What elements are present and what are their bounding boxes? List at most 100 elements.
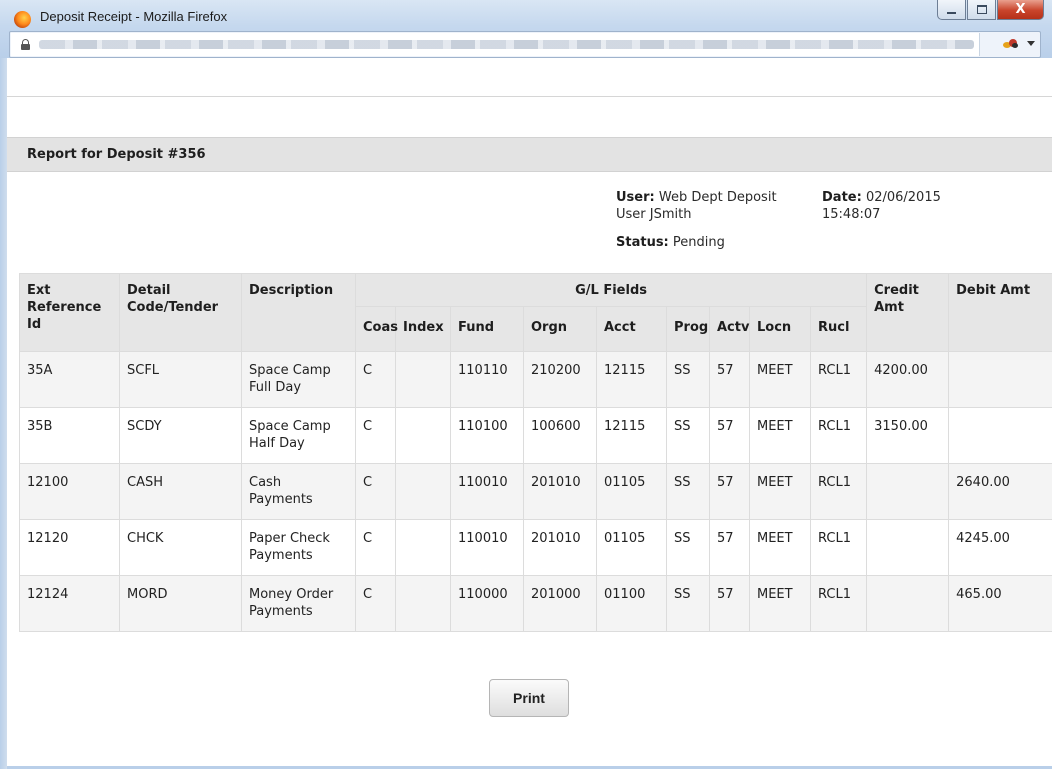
date-info: Date: 02/06/2015 15:48:07 (822, 189, 941, 223)
cell-prog: SS (666, 351, 710, 408)
date-value-line2: 15:48:07 (822, 207, 881, 222)
cell-fund: 110000 (450, 575, 524, 632)
cell-debit: 465.00 (948, 575, 1052, 632)
cell-index (395, 407, 451, 464)
col-description: Description (241, 273, 356, 352)
deposit-table: Ext Reference Id Detail Code/Tender Desc… (19, 273, 1052, 632)
date-label: Date: (822, 190, 862, 205)
cell-coas: C (355, 575, 396, 632)
cell-acct: 01100 (596, 575, 667, 632)
cell-code: SCFL (119, 351, 242, 408)
col-fund: Fund (450, 306, 524, 352)
user-value-line1: Web Dept Deposit (658, 190, 777, 205)
cell-credit (866, 519, 950, 576)
cell-credit (866, 463, 950, 520)
cell-orgn: 210200 (523, 351, 597, 408)
table-row: 35A SCFL Space Camp Full Day C 110110 21… (19, 351, 1052, 408)
window-frame-left (0, 58, 7, 769)
cell-index (395, 575, 451, 632)
cell-index (395, 519, 451, 576)
cell-prog: SS (666, 519, 710, 576)
cell-orgn: 100600 (523, 407, 597, 464)
address-bar (9, 31, 1041, 58)
date-value-line1: 02/06/2015 (865, 190, 941, 205)
cell-debit (948, 351, 1052, 408)
print-button[interactable]: Print (489, 679, 569, 717)
status-info: Status: Pending (616, 234, 725, 251)
col-credit-amt: Credit Amt (866, 273, 950, 352)
cell-coas: C (355, 463, 396, 520)
close-button[interactable]: X (997, 0, 1044, 20)
cell-orgn: 201010 (523, 463, 597, 520)
cell-credit: 4200.00 (866, 351, 950, 408)
cell-orgn: 201010 (523, 519, 597, 576)
cell-actv: 57 (709, 519, 750, 576)
table-row: 12100 CASH Cash Payments C 110010 201010… (19, 463, 1052, 520)
cell-index (395, 463, 451, 520)
cell-rucl: RCL1 (809, 519, 868, 576)
report-heading-bar: Report for Deposit #356 (7, 137, 1052, 172)
cell-locn: MEET (749, 575, 811, 632)
cell-prog: SS (666, 463, 710, 520)
close-icon: X (1015, 2, 1026, 17)
col-coas: Coas (355, 306, 398, 352)
cell-locn: MEET (749, 519, 811, 576)
cell-ext: 35B (19, 407, 120, 464)
cell-ext: 12120 (19, 519, 120, 576)
cell-orgn: 201000 (523, 575, 597, 632)
cell-fund: 110010 (450, 463, 524, 520)
cell-rucl: RCL1 (809, 407, 868, 464)
url-text-blurred[interactable] (39, 40, 974, 49)
window-title: Deposit Receipt - Mozilla Firefox (40, 9, 228, 24)
user-value-line2: User JSmith (616, 207, 692, 222)
cell-code: MORD (119, 575, 242, 632)
cell-locn: MEET (749, 463, 811, 520)
window-titlebar: Deposit Receipt - Mozilla Firefox X (0, 0, 1052, 58)
cell-ext: 35A (19, 351, 120, 408)
col-prog: Prog (666, 306, 710, 352)
col-debit-amt: Debit Amt (948, 273, 1052, 352)
maximize-icon (976, 5, 987, 14)
cell-debit: 4245.00 (948, 519, 1052, 576)
url-field[interactable] (11, 33, 980, 56)
status-value: Pending (672, 235, 725, 250)
cell-rucl: RCL1 (809, 351, 868, 408)
chevron-down-icon[interactable] (1027, 41, 1035, 46)
firefox-icon (14, 11, 31, 28)
cell-actv: 57 (709, 463, 750, 520)
cell-prog: SS (666, 575, 710, 632)
col-ext-reference-id: Ext Reference Id (19, 273, 120, 352)
cell-rucl: RCL1 (809, 575, 868, 632)
window-controls: X (937, 0, 1044, 20)
status-label: Status: (616, 235, 669, 250)
page-content: Report for Deposit #356 User: Web Dept D… (7, 58, 1052, 769)
cell-coas: C (355, 351, 396, 408)
cell-actv: 57 (709, 575, 750, 632)
cell-locn: MEET (749, 351, 811, 408)
cell-rucl: RCL1 (809, 463, 868, 520)
cell-fund: 110100 (450, 407, 524, 464)
table-row: 12124 MORD Money Order Payments C 110000… (19, 575, 1052, 632)
cell-locn: MEET (749, 407, 811, 464)
cell-coas: C (355, 407, 396, 464)
cell-fund: 110010 (450, 519, 524, 576)
minimize-button[interactable] (937, 0, 966, 20)
col-gl-fields: G/L Fields (354, 273, 868, 307)
addon-icon[interactable] (1003, 38, 1019, 50)
cell-index (395, 351, 451, 408)
cell-credit: 3150.00 (866, 407, 950, 464)
col-locn: Locn (749, 306, 811, 352)
divider (7, 96, 1052, 97)
lock-icon[interactable] (21, 39, 30, 50)
cell-acct: 12115 (596, 351, 667, 408)
cell-acct: 01105 (596, 519, 667, 576)
maximize-button[interactable] (967, 0, 996, 20)
cell-ext: 12124 (19, 575, 120, 632)
cell-prog: SS (666, 407, 710, 464)
cell-credit (866, 575, 950, 632)
cell-desc: Space Camp Full Day (241, 351, 356, 408)
user-label: User: (616, 190, 655, 205)
cell-actv: 57 (709, 351, 750, 408)
col-acct: Acct (596, 306, 667, 352)
cell-desc: Paper Check Payments (241, 519, 356, 576)
